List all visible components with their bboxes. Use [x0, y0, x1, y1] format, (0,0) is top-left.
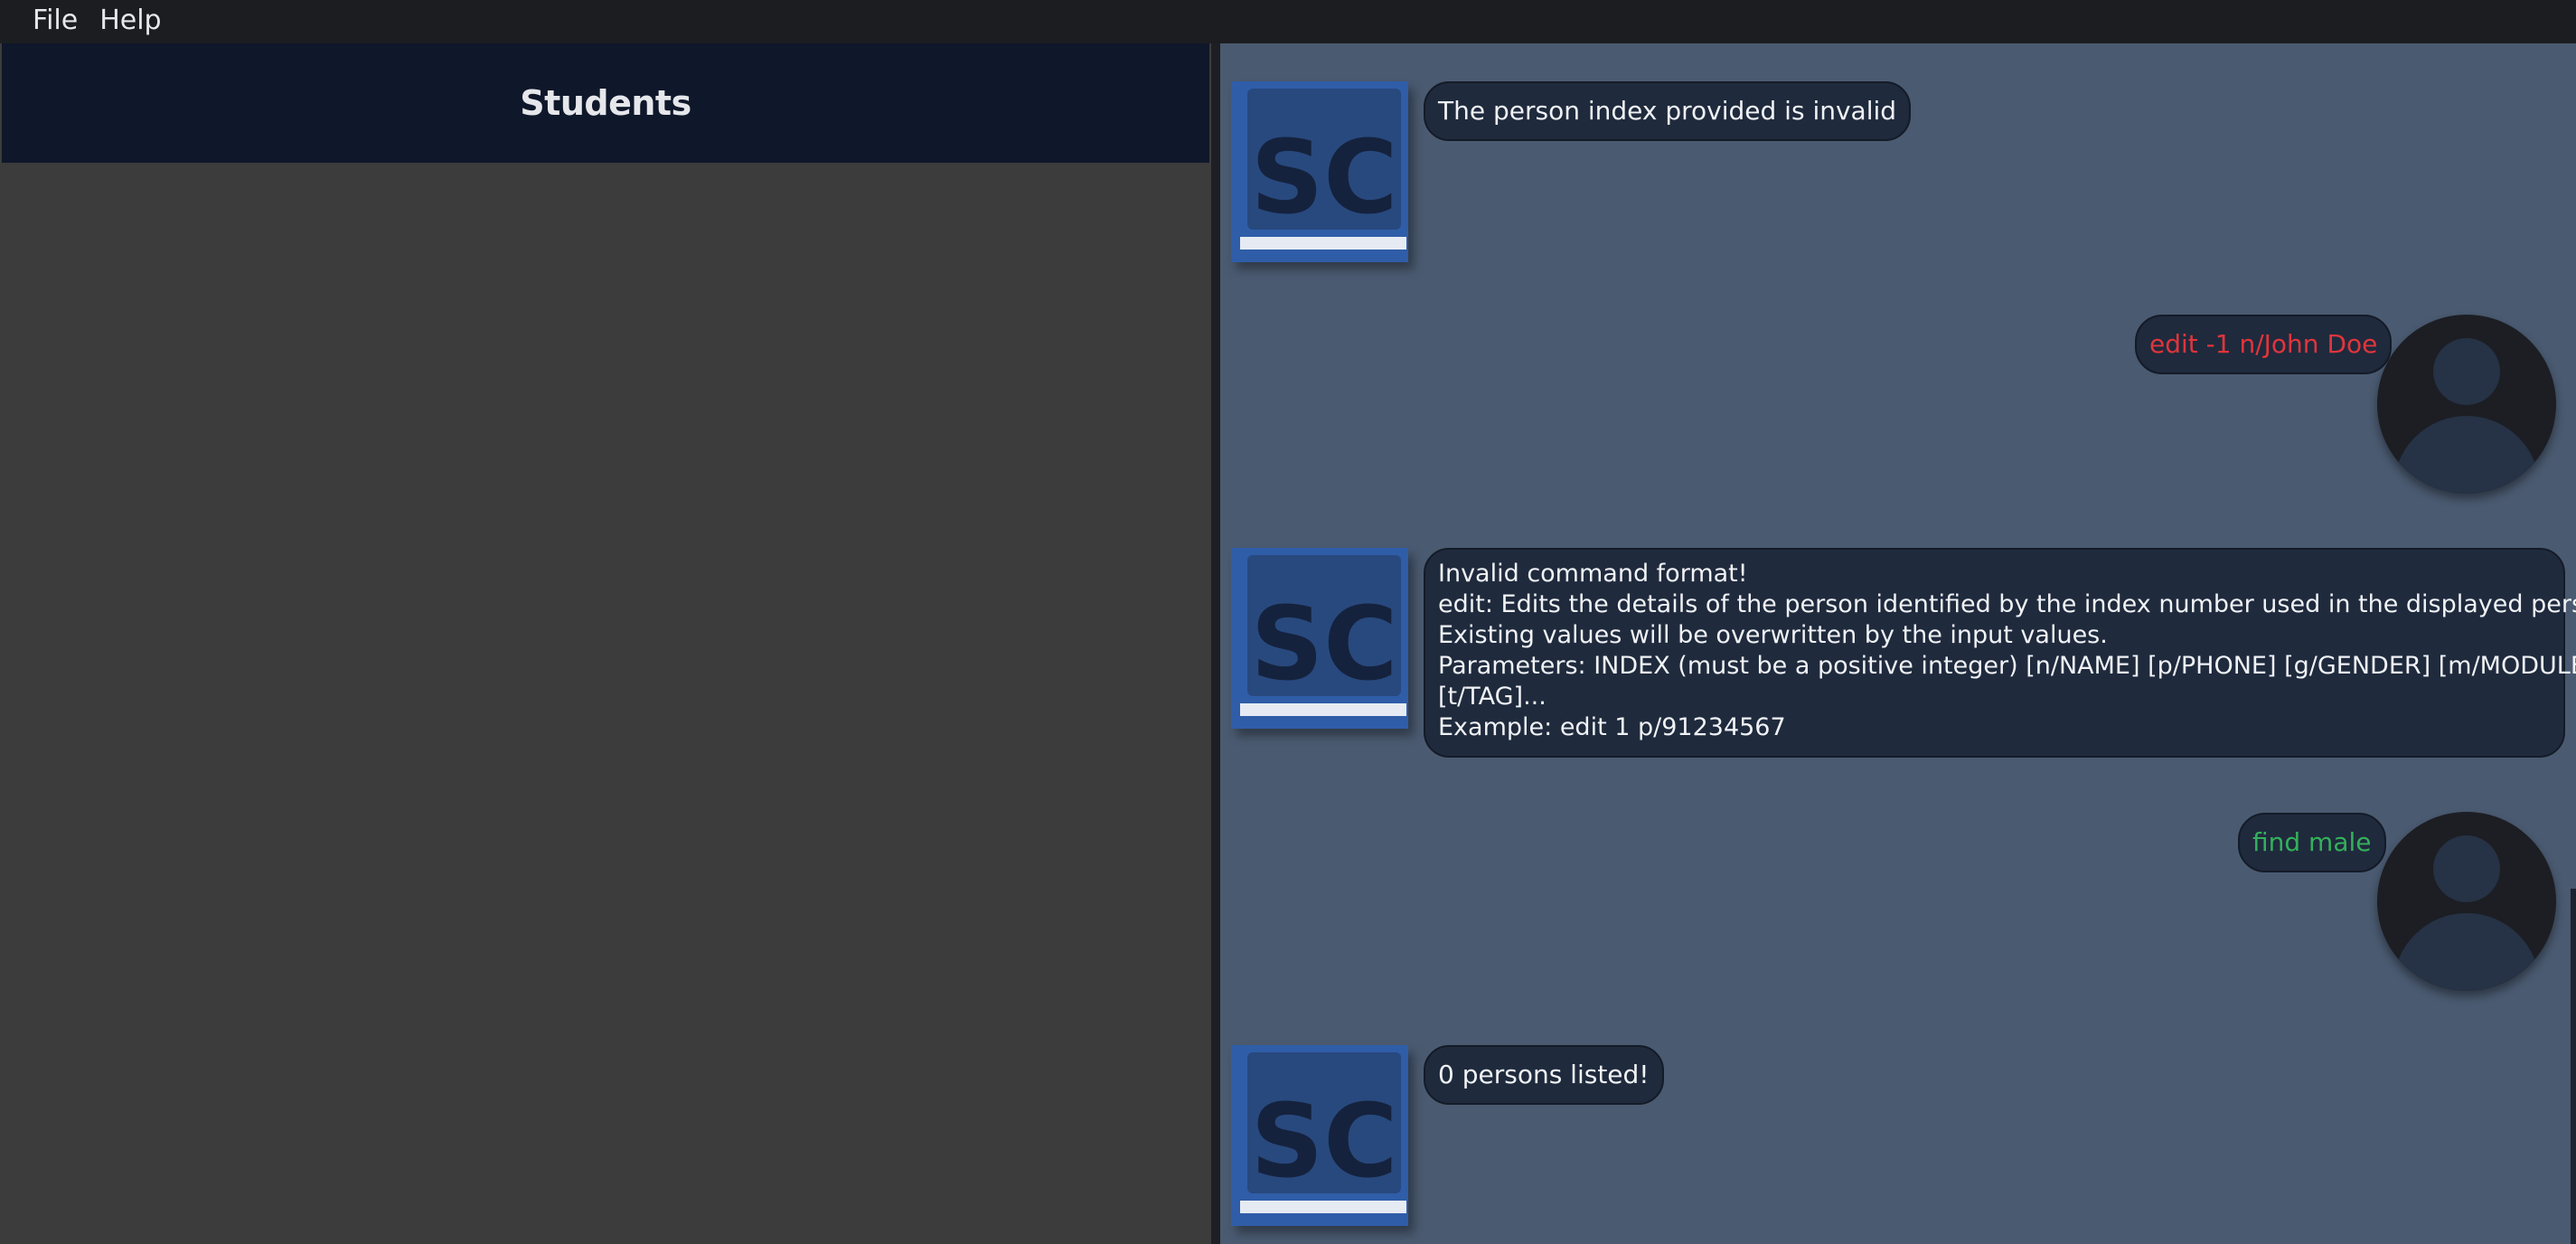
sc-logo-text: SC [1251, 586, 1398, 703]
bot-message: The person index provided is invalid [1424, 81, 1912, 141]
student-list-header: Students [2, 43, 1209, 163]
bot-message-error: Invalid command format! edit: Edits the … [1424, 548, 2576, 758]
student-list-panel[interactable]: Students [0, 43, 1211, 1244]
chat-scrollbar[interactable] [2571, 889, 2576, 1244]
message-line: Parameters: INDEX (must be a positive in… [1438, 652, 2576, 680]
message-line: Existing values will be overwritten by t… [1438, 621, 2108, 649]
menu-help[interactable]: Help [89, 3, 172, 41]
menu-file[interactable]: File [22, 3, 89, 41]
sc-logo-icon: SC [1231, 1045, 1408, 1226]
chat-panel[interactable]: SC The person index provided is invalid … [1220, 43, 2576, 1244]
user-message: find male [2238, 813, 2386, 872]
message-line: [t/TAG]... [1438, 683, 1547, 711]
split-divider[interactable] [1211, 43, 1220, 1244]
bot-message: 0 persons listed! [1424, 1045, 1664, 1105]
user-message: edit -1 n/John Doe [2135, 315, 2393, 374]
sc-logo-text: SC [1251, 119, 1398, 237]
sc-logo-icon: SC [1231, 81, 1408, 262]
sc-logo-icon: SC [1231, 548, 1408, 729]
sc-logo-text: SC [1251, 1083, 1398, 1201]
student-list-title: Students [520, 83, 691, 123]
message-line: edit: Edits the details of the person id… [1438, 590, 2576, 618]
message-line: Example: edit 1 p/91234567 [1438, 713, 1786, 741]
menu-bar: File Help [0, 0, 2576, 43]
user-silhouette-icon [2377, 812, 2556, 991]
user-silhouette-icon [2377, 315, 2556, 494]
message-line: Invalid command format! [1438, 560, 1748, 588]
